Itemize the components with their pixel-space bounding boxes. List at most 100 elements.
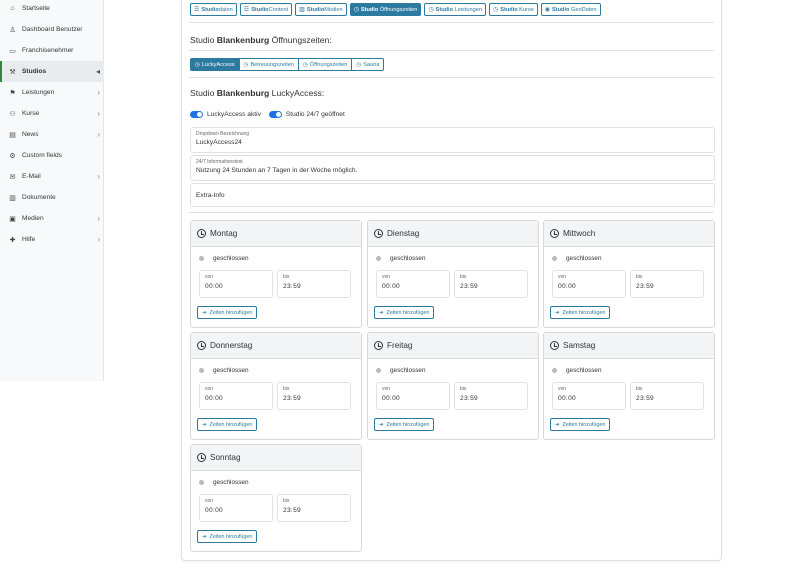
closed-option[interactable]: geschlossen [376, 255, 426, 262]
subtab-luckyaccess[interactable]: ◷ LuckyAccess [190, 58, 240, 71]
sidebar-item-dashboard-benutzer[interactable]: ♙ Dashboard Benutzer [0, 19, 104, 40]
to-value: 23:59 [283, 395, 302, 402]
tab-label: Öffnungszeiten [378, 6, 418, 13]
add-times-button[interactable]: ➜ Zeiten hinzufügen [550, 418, 611, 431]
sidebar-item-news[interactable]: ▤ News › [0, 124, 104, 145]
add-times-button[interactable]: ➜ Zeiten hinzufügen [550, 306, 611, 319]
subtab-öffnungszeiten[interactable]: ◷ Öffnungszeiten [297, 58, 353, 71]
add-times-label: Zeiten hinzufügen [562, 309, 606, 316]
from-label: von [382, 274, 391, 280]
divider [189, 212, 714, 213]
sidebar-item-franchisenehmer[interactable]: ▭ Franchisenehmer [0, 40, 104, 61]
to-time-field[interactable]: bis 23:59 [454, 270, 528, 298]
to-time-field[interactable]: bis 23:59 [630, 382, 704, 410]
from-time-field[interactable]: von 00:00 [199, 382, 273, 410]
extra-info-field[interactable]: Extra-Info [190, 183, 715, 207]
from-value: 00:00 [205, 395, 224, 402]
sidebar-item-studios[interactable]: ⚒ Studios ◂ [0, 61, 104, 82]
subtab-betreuungszeiten[interactable]: ◷ Betreuungszeiten [238, 58, 299, 71]
help-icon: ✚ [9, 236, 16, 244]
closed-radio[interactable] [199, 480, 204, 485]
sidebar-item-label: News [22, 131, 39, 138]
day-header: Samstag [544, 333, 714, 359]
add-times-button[interactable]: ➜ Zeiten hinzufügen [374, 418, 435, 431]
subtab-label: Sauna [363, 61, 380, 68]
sidebar-item-kurse[interactable]: ⚇ Kurse › [0, 103, 104, 124]
to-time-field[interactable]: bis 23:59 [277, 270, 351, 298]
chevron-right-icon: › [97, 235, 100, 244]
sidebar-item-label: Leistungen [22, 89, 55, 96]
open-24-7-toggle-label: Studio 24/7 geöffnet [285, 111, 345, 118]
closed-radio[interactable] [376, 368, 381, 373]
to-label: bis [460, 274, 467, 280]
add-times-button[interactable]: ➜ Zeiten hinzufügen [197, 530, 258, 543]
from-value: 00:00 [382, 283, 401, 290]
closed-radio[interactable] [199, 256, 204, 261]
sidebar-item-leistungen[interactable]: ⚑ Leistungen › [0, 82, 104, 103]
to-time-field[interactable]: bis 23:59 [630, 270, 704, 298]
closed-option[interactable]: geschlossen [199, 255, 249, 262]
day-header: Freitag [368, 333, 538, 359]
sidebar-item-medien[interactable]: ▣ Medien › [0, 208, 104, 229]
closed-label: geschlossen [566, 367, 602, 374]
tab-studiomedien[interactable]: ▨ Studio Medien [295, 3, 347, 16]
dropdown-name-field[interactable]: Dropdown Bezeichnung LuckyAccess24 [190, 127, 715, 153]
tab-studiocontent[interactable]: ☰ Studio Content [239, 3, 293, 16]
closed-option[interactable]: geschlossen [199, 479, 249, 486]
field-value: LuckyAccess24 [196, 139, 242, 146]
map-pin-icon: ◉ [544, 7, 551, 13]
sidebar-item-startseite[interactable]: ⌂ Startseite [0, 0, 104, 19]
subtab-sauna[interactable]: ◷ Sauna [351, 58, 385, 71]
to-time-field[interactable]: bis 23:59 [277, 382, 351, 410]
closed-option[interactable]: geschlossen [376, 367, 426, 374]
tab-label-bold: Studio [500, 6, 518, 13]
tab-studio-öffnungszeiten[interactable]: ◷ Studio Öffnungszeiten [349, 3, 422, 16]
closed-radio[interactable] [552, 368, 557, 373]
sidebar-item-hilfe[interactable]: ✚ Hilfe › [0, 229, 104, 250]
tab-studio-kurse[interactable]: ◷ Studio Kurse [488, 3, 538, 16]
closed-radio[interactable] [199, 368, 204, 373]
add-times-button[interactable]: ➜ Zeiten hinzufügen [374, 306, 435, 319]
from-time-field[interactable]: von 00:00 [199, 270, 273, 298]
luckyaccess-title: Studio Blankenburg LuckyAccess: [190, 88, 324, 98]
closed-radio[interactable] [552, 256, 557, 261]
sidebar-item-e-mail[interactable]: ✉ E-Mail › [0, 166, 104, 187]
to-time-field[interactable]: bis 23:59 [454, 382, 528, 410]
from-time-field[interactable]: von 00:00 [376, 270, 450, 298]
tab-studio-geodaten[interactable]: ◉ Studio GeoDaten [540, 3, 601, 16]
add-arrow-icon: ➜ [379, 309, 384, 316]
clock-icon: ◷ [302, 61, 308, 68]
from-time-field[interactable]: von 00:00 [552, 382, 626, 410]
tab-studiodaten[interactable]: ☰ Studio daten [190, 3, 237, 16]
to-value: 23:59 [636, 283, 655, 290]
to-time-field[interactable]: bis 23:59 [277, 494, 351, 522]
day-name: Sonntag [210, 453, 241, 462]
closed-radio[interactable] [376, 256, 381, 261]
closed-option[interactable]: geschlossen [199, 367, 249, 374]
add-times-button[interactable]: ➜ Zeiten hinzufügen [197, 418, 258, 431]
from-time-field[interactable]: von 00:00 [199, 494, 273, 522]
from-time-field[interactable]: von 00:00 [552, 270, 626, 298]
add-times-button[interactable]: ➜ Zeiten hinzufügen [197, 306, 258, 319]
day-card-montag: Montag geschlossen von 00:00 bis 23:59 ➜ Zeiten… [190, 220, 362, 328]
day-name: Dienstag [387, 229, 420, 238]
list-icon: ☰ [194, 7, 200, 13]
luckyaccess-toggle[interactable] [190, 111, 203, 118]
chevron-right-icon: › [97, 214, 100, 223]
studio-name: Blankenburg [216, 88, 270, 98]
closed-option[interactable]: geschlossen [552, 367, 602, 374]
from-time-field[interactable]: von 00:00 [376, 382, 450, 410]
open-24-7-toggle[interactable] [268, 111, 282, 118]
field-value: Nutzung 24 Stunden an 7 Tagen in der Woc… [196, 167, 358, 174]
tab-label-bold: Studio [306, 6, 325, 13]
title-suffix: LuckyAccess: [269, 88, 325, 98]
info-text-field[interactable]: 24/7 Informationstext Nutzung 24 Stunden… [190, 155, 715, 181]
sidebar-item-label: Medien [22, 215, 44, 222]
sidebar-item-label: Studios [22, 68, 47, 75]
tab-studio-leistungen[interactable]: ◷ Studio Leistungen [424, 3, 486, 16]
sidebar-item-custom-fields[interactable]: ⚙ Custom fields [0, 145, 104, 166]
sidebar-item-label: Hilfe [22, 236, 36, 243]
to-value: 23:59 [283, 507, 302, 514]
closed-option[interactable]: geschlossen [552, 255, 602, 262]
sidebar-item-dokumente[interactable]: ▥ Dokumente [0, 187, 104, 208]
